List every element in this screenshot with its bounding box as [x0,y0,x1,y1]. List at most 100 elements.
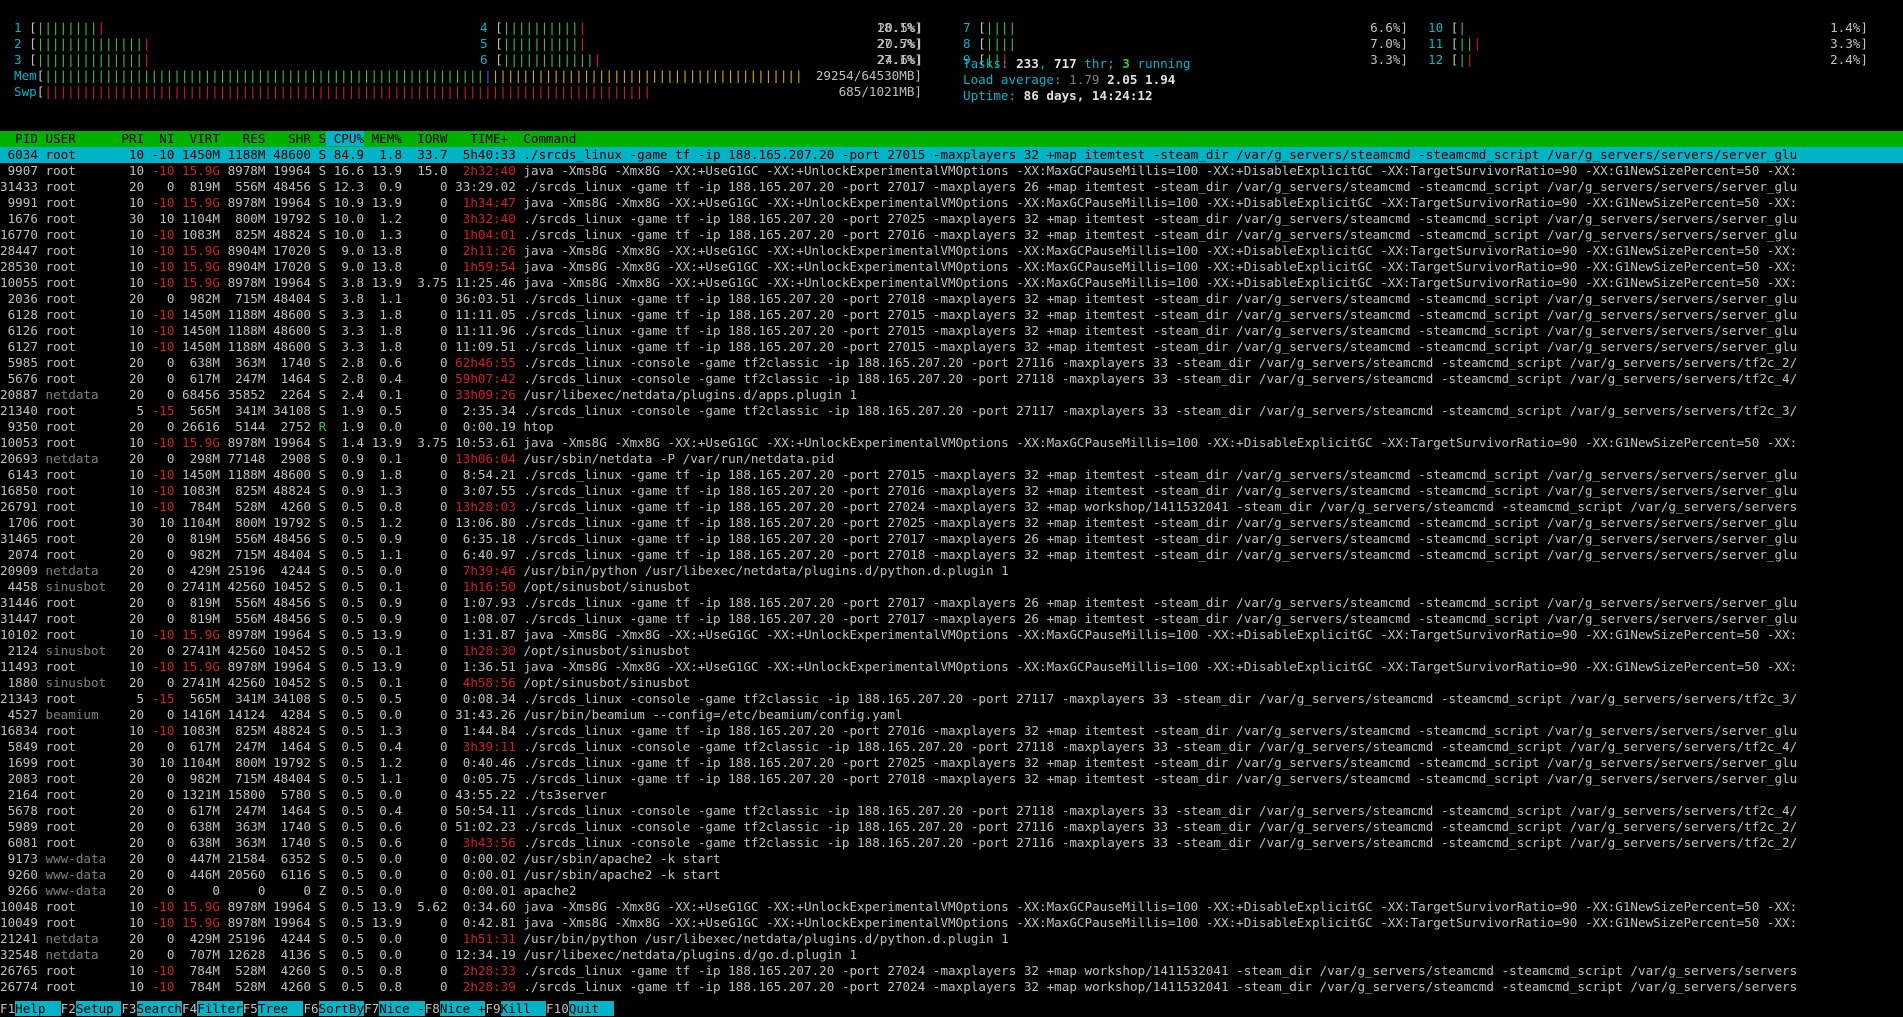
cpu-percent-value: 6.6% [1370,20,1401,35]
priority: 10 [121,723,145,738]
fkey-f5[interactable]: F5Tree [243,1001,304,1017]
shr: 48456 [273,595,311,610]
bracket-close: ] [914,68,922,83]
process-row[interactable]: 2083 root 20 0 982M 715M 48404 S 0.5 1.1… [0,771,1903,787]
process-row[interactable]: 20887 netdata 20 0 68456 35852 2264 S 2.… [0,387,1903,403]
nice: -10 [151,467,175,482]
process-row[interactable]: 31465 root 20 0 819M 556M 48456 S 0.5 0.… [0,531,1903,547]
process-row[interactable]: 26765 root 10 -10 784M 528M 4260 S 0.5 0… [0,963,1903,979]
process-row[interactable]: 21343 root 5 -15 565M 341M 34108 S 0.5 0… [0,691,1903,707]
fkey-f1[interactable]: F1Help [0,1001,61,1017]
process-row[interactable]: 28447 root 10 -10 15.9G 8904M 17020 S 9.… [0,243,1903,259]
process-row[interactable]: 28530 root 10 -10 15.9G 8904M 17020 S 9.… [0,259,1903,275]
process-row[interactable]: 5678 root 20 0 617M 247M 1464 S 0.5 0.4 … [0,803,1903,819]
priority: 20 [121,739,145,754]
process-row[interactable]: 31447 root 20 0 819M 556M 48456 S 0.5 0.… [0,611,1903,627]
user: root [45,339,114,354]
col-shr[interactable]: SHR [265,131,311,146]
process-row[interactable]: 16850 root 10 -10 1083M 825M 48824 S 0.9… [0,483,1903,499]
nice: 0 [151,451,175,466]
process-row[interactable]: 26791 root 10 -10 784M 528M 4260 S 0.5 0… [0,499,1903,515]
user: root [45,259,114,274]
process-row[interactable]: 4527 beamium 20 0 1416M 14124 4284 S 0.5… [0,707,1903,723]
process-row[interactable]: 21241 netdata 20 0 429M 25196 4244 S 0.5… [0,931,1903,947]
state: S [318,899,327,914]
col-pri[interactable]: PRI [114,131,144,146]
fkey-f3[interactable]: F3Search [121,1001,183,1017]
process-row[interactable]: 6126 root 10 -10 1450M 1188M 48600 S 3.3… [0,323,1903,339]
nice: -10 [151,915,175,930]
process-row[interactable]: 1676 root 30 10 1104M 800M 19792 S 10.0 … [0,211,1903,227]
process-row[interactable]: 31433 root 20 0 819M 556M 48456 S 12.3 0… [0,179,1903,195]
fkey-f8[interactable]: F8Nice + [425,1001,486,1017]
process-row[interactable]: 16834 root 10 -10 1083M 825M 48824 S 0.5… [0,723,1903,739]
process-row[interactable]: 10055 root 10 -10 15.9G 8978M 19964 S 3.… [0,275,1903,291]
process-row[interactable]: 5849 root 20 0 617M 247M 1464 S 0.5 0.4 … [0,739,1903,755]
col-res[interactable]: RES [220,131,266,146]
process-row[interactable]: 20693 netdata 20 0 298M 77148 2908 S 0.9… [0,451,1903,467]
col-ni[interactable]: NI [144,131,174,146]
process-row[interactable]: 32548 netdata 20 0 707M 12628 4136 S 0.5… [0,947,1903,963]
nice: -10 [151,195,175,210]
process-table-header: PID USER PRI NI VIRT RES SHR S CPU% MEM%… [0,131,1903,147]
process-row[interactable]: 9350 root 20 0 26616 5144 2752 R 1.9 0.0… [0,419,1903,435]
process-row[interactable]: 26774 root 10 -10 784M 528M 4260 S 0.5 0… [0,979,1903,995]
col-user[interactable]: USER [38,131,114,146]
process-row[interactable]: 2036 root 20 0 982M 715M 48404 S 3.8 1.1… [0,291,1903,307]
process-row[interactable]: 1706 root 30 10 1104M 800M 19792 S 0.5 1… [0,515,1903,531]
process-row[interactable]: 6143 root 10 -10 1450M 1188M 48600 S 0.9… [0,467,1903,483]
process-row[interactable]: 2124 sinusbot 20 0 2741M 42560 10452 S 0… [0,643,1903,659]
process-row[interactable]: 2164 root 20 0 1321M 15800 5780 S 0.5 0.… [0,787,1903,803]
fkey-f9[interactable]: F9Kill [485,1001,547,1017]
process-row[interactable]: 9907 root 10 -10 15.9G 8978M 19964 S 16.… [0,163,1903,179]
mem-label: Mem [14,68,37,83]
process-row[interactable]: 4458 sinusbot 20 0 2741M 42560 10452 S 0… [0,579,1903,595]
col-time[interactable]: TIME+ [447,131,515,146]
process-row[interactable]: 1880 sinusbot 20 0 2741M 42560 10452 S 0… [0,675,1903,691]
process-row[interactable]: 11493 root 10 -10 15.9G 8978M 19964 S 0.… [0,659,1903,675]
process-row[interactable]: 1699 root 30 10 1104M 800M 19792 S 0.5 1… [0,755,1903,771]
shr: 48600 [273,339,311,354]
col-mem[interactable]: MEM% [364,131,402,146]
fkey-f10[interactable]: F10Quit [546,1001,615,1017]
fkey-f2[interactable]: F2Setup [61,1001,122,1017]
res: 556M [227,611,266,626]
process-row[interactable]: 6128 root 10 -10 1450M 1188M 48600 S 3.3… [0,307,1903,323]
process-row[interactable]: 10102 root 10 -10 15.9G 8978M 19964 S 0.… [0,627,1903,643]
process-row[interactable]: 9260 www-data 20 0 446M 20560 6116 S 0.5… [0,867,1903,883]
col-iorw[interactable]: IORW [402,131,447,146]
process-row[interactable]: 20909 netdata 20 0 429M 25196 4244 S 0.5… [0,563,1903,579]
cpu-percent: 0.5 [333,627,365,642]
pid: 26774 [0,979,38,994]
process-row[interactable]: 9266 www-data 20 0 0 0 0 Z 0.5 0.0 0 0:0… [0,883,1903,899]
process-row[interactable]: 6034 root 10 -10 1450M 1188M 48600 S 84.… [0,147,1903,163]
process-row[interactable]: 5989 root 20 0 638M 363M 1740 S 0.5 0.6 … [0,819,1903,835]
cpu-time: 50:54.11 [455,803,516,818]
process-row[interactable]: 9991 root 10 -10 15.9G 8978M 19964 S 10.… [0,195,1903,211]
process-row[interactable]: 5985 root 20 0 638M 363M 1740 S 2.8 0.6 … [0,355,1903,371]
fkey-f7[interactable]: F7Nice - [364,1001,425,1017]
io-rate: 0 [409,963,448,978]
process-row[interactable]: 10048 root 10 -10 15.9G 8978M 19964 S 0.… [0,899,1903,915]
col-command[interactable]: Command [516,131,576,146]
process-row[interactable]: 5676 root 20 0 617M 247M 1464 S 2.8 0.4 … [0,371,1903,387]
process-row[interactable]: 16770 root 10 -10 1083M 825M 48824 S 10.… [0,227,1903,243]
process-row[interactable]: 6081 root 20 0 638M 363M 1740 S 0.5 0.6 … [0,835,1903,851]
shr: 19964 [273,275,311,290]
io-rate: 0 [409,803,448,818]
process-row[interactable]: 31446 root 20 0 819M 556M 48456 S 0.5 0.… [0,595,1903,611]
fkey-f4[interactable]: F4Filter [182,1001,243,1017]
priority: 20 [121,931,145,946]
process-row[interactable]: 9173 www-data 20 0 447M 21584 6352 S 0.5… [0,851,1903,867]
fkey-f6[interactable]: F6SortBy [303,1001,365,1017]
process-row[interactable]: 6127 root 10 -10 1450M 1188M 48600 S 3.3… [0,339,1903,355]
col-cpu-sorted[interactable]: CPU% [326,131,365,146]
col-virt[interactable]: VIRT [174,131,220,146]
process-row[interactable]: 10049 root 10 -10 15.9G 8978M 19964 S 0.… [0,915,1903,931]
process-row[interactable]: 10053 root 10 -10 15.9G 8978M 19964 S 1.… [0,435,1903,451]
process-row[interactable]: 21340 root 5 -15 565M 341M 34108 S 1.9 0… [0,403,1903,419]
shr: 19964 [273,195,311,210]
col-pid[interactable]: PID [0,131,38,146]
col-state[interactable]: S [311,131,327,146]
process-row[interactable]: 2074 root 20 0 982M 715M 48404 S 0.5 1.1… [0,547,1903,563]
